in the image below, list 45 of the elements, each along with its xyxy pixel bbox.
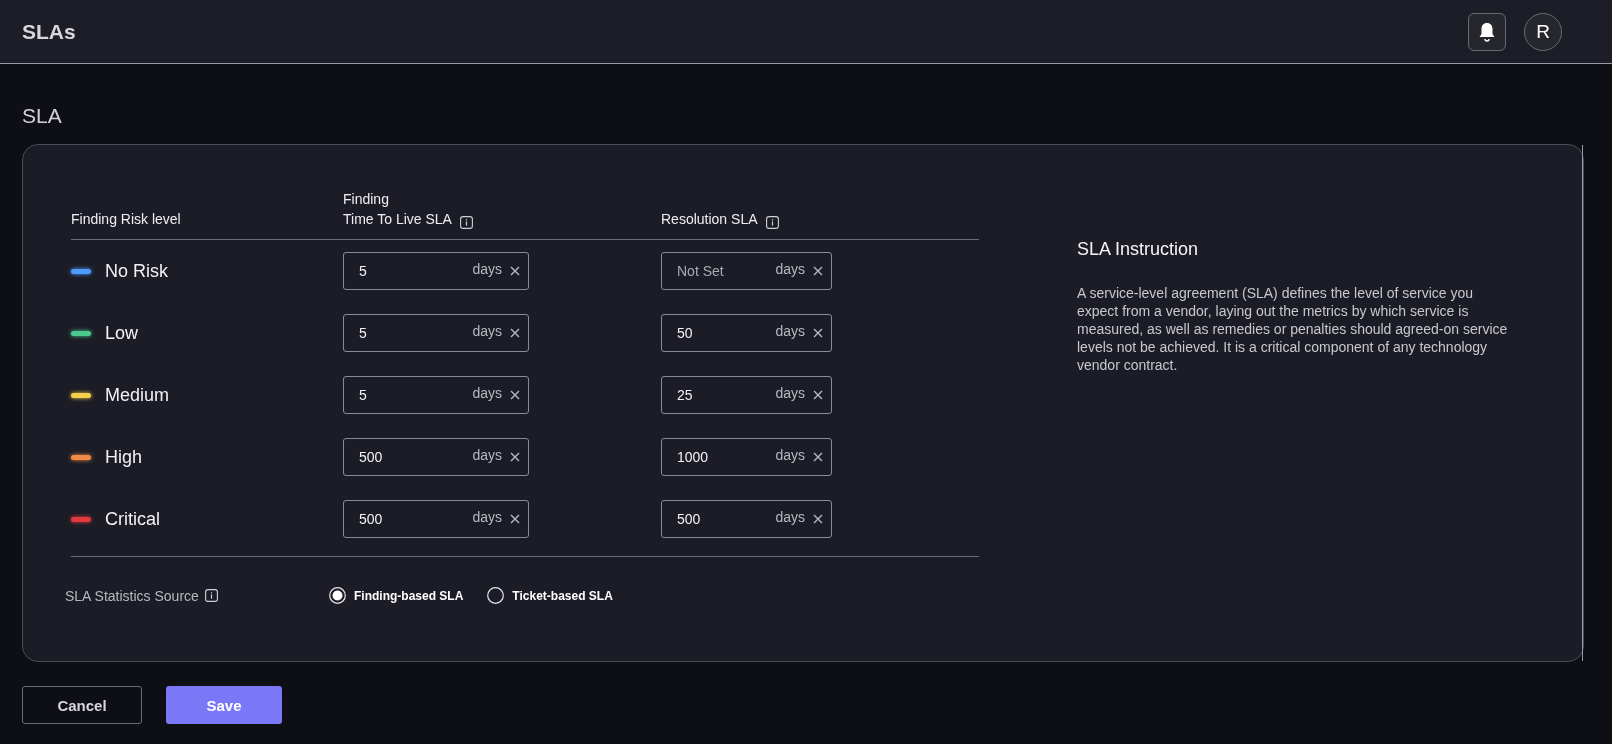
days-input-field[interactable]: 500 days	[343, 438, 529, 476]
clear-icon[interactable]	[813, 266, 823, 276]
instruction-title: SLA Instruction	[1077, 239, 1200, 260]
clear-icon[interactable]	[510, 328, 520, 338]
column-header: Finding Risk level	[71, 210, 181, 229]
column-header: Finding Time To Live SLA	[343, 190, 452, 229]
clear-icon[interactable]	[510, 266, 520, 276]
column-header: Resolution SLA	[661, 210, 758, 229]
clear-icon[interactable]	[813, 390, 823, 400]
clear-icon[interactable]	[510, 390, 520, 400]
save-button[interactable]: Save	[166, 686, 282, 724]
info-icon[interactable]	[459, 216, 473, 229]
days-input-field[interactable]: 1000 days	[661, 438, 832, 476]
statistics-source-label: SLA Statistics Source	[65, 587, 199, 604]
info-icon[interactable]	[765, 216, 779, 229]
cancel-button[interactable]: Cancel	[22, 686, 142, 724]
risk-level-label: Critical	[105, 508, 160, 530]
risk-level-label: High	[105, 446, 143, 468]
days-input-field[interactable]: 5 days	[343, 314, 529, 352]
days-input-field[interactable]: Not Set days	[661, 252, 832, 290]
user-avatar[interactable]: R	[1524, 12, 1562, 51]
days-input-field[interactable]: 50 days	[661, 314, 832, 352]
source-radio-option[interactable]: Ticket-based SLA	[487, 587, 613, 604]
bell-icon	[1478, 21, 1496, 42]
days-input-field[interactable]: 500 days	[661, 500, 832, 538]
info-icon[interactable]	[204, 589, 218, 602]
days-input-field[interactable]: 5 days	[343, 252, 529, 290]
days-input-field[interactable]: 5 days	[343, 376, 529, 414]
clear-icon[interactable]	[510, 452, 520, 462]
section-title: SLA	[21, 103, 63, 129]
source-radio-option[interactable]: Finding-based SLA	[329, 587, 464, 604]
risk-level-label: Low	[105, 322, 139, 344]
page-title: SLAs	[22, 19, 77, 44]
notifications-button[interactable]	[1468, 12, 1506, 51]
risk-level-label: No Risk	[105, 260, 168, 282]
days-input-field[interactable]: 25 days	[661, 376, 832, 414]
clear-icon[interactable]	[813, 514, 823, 524]
clear-icon[interactable]	[510, 514, 520, 524]
radio-button[interactable]	[329, 587, 346, 604]
clear-icon[interactable]	[813, 328, 823, 338]
days-input-field[interactable]: 500 days	[343, 500, 529, 538]
risk-level-label: Medium	[105, 384, 170, 406]
radio-button[interactable]	[487, 587, 505, 604]
clear-icon[interactable]	[813, 452, 823, 462]
instruction-text: A service-level agreement (SLA) defines the level of service you expect from a vendor, laying out the metrics by which service is measured, as well as remedies or penalties should agreed-on service levels not be achieved. It is a critical component of any technology vendor contract.	[1077, 284, 1509, 374]
